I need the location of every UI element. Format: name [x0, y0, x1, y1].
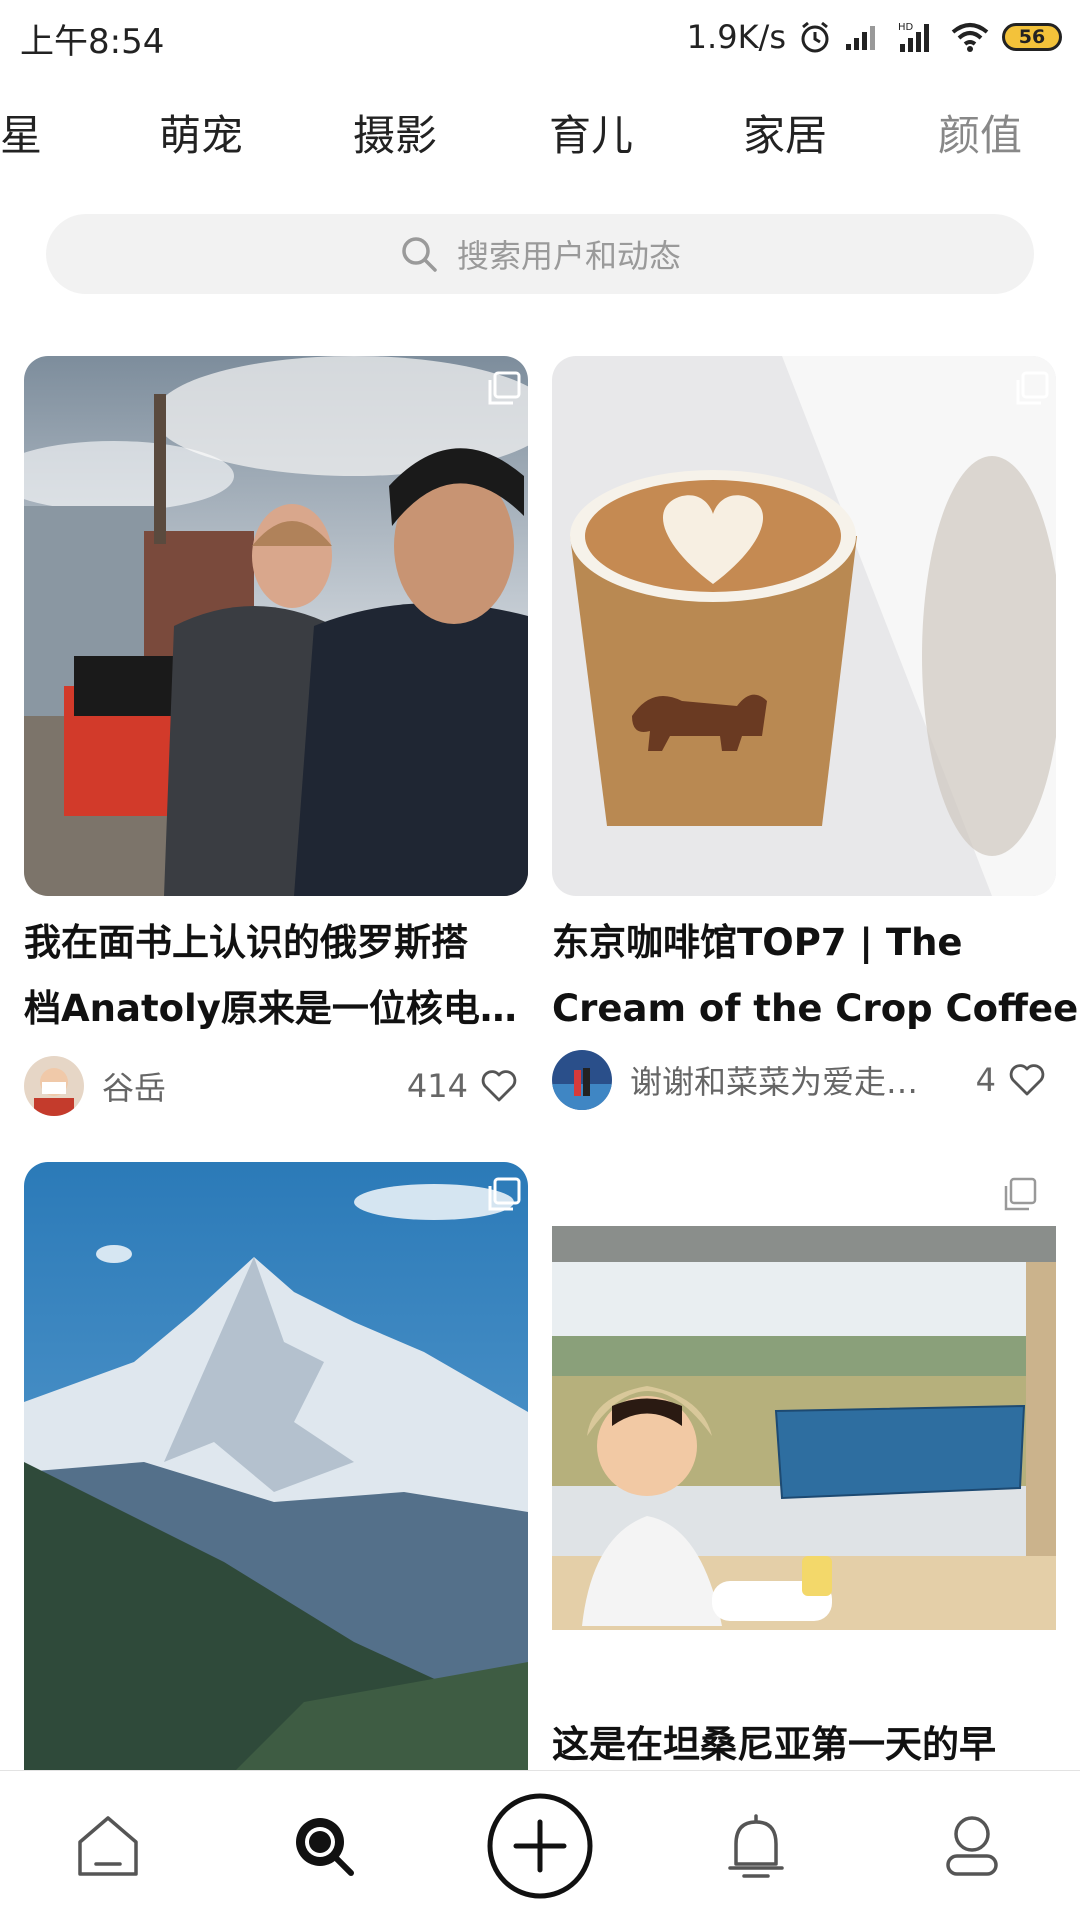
travelers-photo: [24, 356, 528, 896]
avatar[interactable]: [24, 1056, 84, 1116]
signal-hd-icon: HD: [898, 22, 929, 52]
status-icons: 1.9K/s HD 56: [687, 14, 1062, 60]
nav-notifications[interactable]: [696, 1771, 816, 1921]
like-button[interactable]: 4: [976, 1050, 1046, 1110]
like-count: 4: [975, 1061, 996, 1099]
heart-icon: [481, 1070, 517, 1102]
card-title-line: 我在面书上认识的俄罗斯搭: [24, 921, 468, 964]
heart-icon: [1009, 1064, 1045, 1096]
multi-image-icon: [1004, 1177, 1037, 1211]
discover-icon: [296, 1818, 354, 1876]
card-title-line: 这是在坦桑尼亚第一天的早: [552, 1723, 996, 1766]
category-tabs: 明星 萌宠 摄影 育儿 家居 颜值: [0, 90, 1080, 170]
wifi-icon: [951, 23, 989, 52]
tab-home[interactable]: 家居: [743, 102, 827, 163]
network-speed: 1.9K/s: [686, 18, 786, 56]
card-title-line: Cream of the Crop Coffee…: [552, 987, 1080, 1030]
like-count: 414: [406, 1067, 468, 1105]
signal-icon: [846, 26, 875, 50]
post-photo[interactable]: [552, 1226, 1056, 1630]
card-meta: 谢谢和菜菜为爱走… 4: [552, 1050, 1046, 1110]
status-time: 上午8:54: [20, 22, 165, 62]
search-bar[interactable]: 搜索用户和动态: [46, 214, 1034, 294]
card-title[interactable]: 我在面书上认识的俄罗斯搭 档Anatoly原来是一位核电…: [24, 910, 528, 1042]
tab-pets[interactable]: 萌宠: [159, 102, 243, 163]
status-bar: 上午8:54 1.9K/s HD 56: [0, 0, 1080, 74]
battery-icon: 56: [1002, 23, 1062, 51]
mountain-photo: [24, 1162, 528, 1782]
alarm-icon: [801, 21, 829, 53]
avatar[interactable]: [552, 1050, 612, 1110]
bell-icon: [728, 1814, 784, 1878]
post-photo[interactable]: [24, 1162, 528, 1782]
card-title-line: 档Anatoly原来是一位核电…: [24, 987, 517, 1030]
card-title-line: 东京咖啡馆TOP7 | The: [552, 921, 963, 964]
nav-profile[interactable]: [912, 1771, 1032, 1921]
profile-icon: [946, 1816, 998, 1876]
multi-image-icon: [488, 1177, 521, 1211]
coffee-photo: [552, 356, 1056, 896]
card-meta: 谷岳 414: [24, 1056, 518, 1116]
nav-discover[interactable]: [264, 1771, 384, 1921]
author-name[interactable]: 谢谢和菜菜为爱走…: [630, 1057, 918, 1103]
tab-parenting[interactable]: 育儿: [549, 102, 633, 163]
tab-celebrity[interactable]: 明星: [0, 102, 42, 163]
card-title[interactable]: 东京咖啡馆TOP7 | The Cream of the Crop Coffee…: [552, 910, 1080, 1042]
tab-looks[interactable]: 颜值: [938, 102, 1022, 163]
add-icon: [487, 1793, 593, 1899]
search-placeholder: 搜索用户和动态: [456, 237, 681, 275]
post-photo[interactable]: [552, 356, 1056, 896]
nav-add-post[interactable]: [480, 1771, 600, 1921]
home-icon: [78, 1816, 138, 1876]
multi-image-icon: [488, 371, 521, 405]
breakfast-photo: [552, 1226, 1056, 1630]
nav-home[interactable]: [48, 1771, 168, 1921]
battery-level: 56: [1018, 26, 1046, 48]
tab-photography[interactable]: 摄影: [353, 102, 437, 163]
search-icon: [402, 237, 437, 272]
bottom-nav: [0, 1770, 1080, 1921]
like-button[interactable]: 414: [407, 1056, 518, 1116]
multi-image-icon: [1016, 371, 1049, 405]
svg-text:HD: HD: [898, 22, 914, 33]
author-name[interactable]: 谷岳: [102, 1063, 166, 1109]
card-title[interactable]: 这是在坦桑尼亚第一天的早: [552, 1712, 1056, 1778]
post-photo[interactable]: [24, 356, 528, 896]
